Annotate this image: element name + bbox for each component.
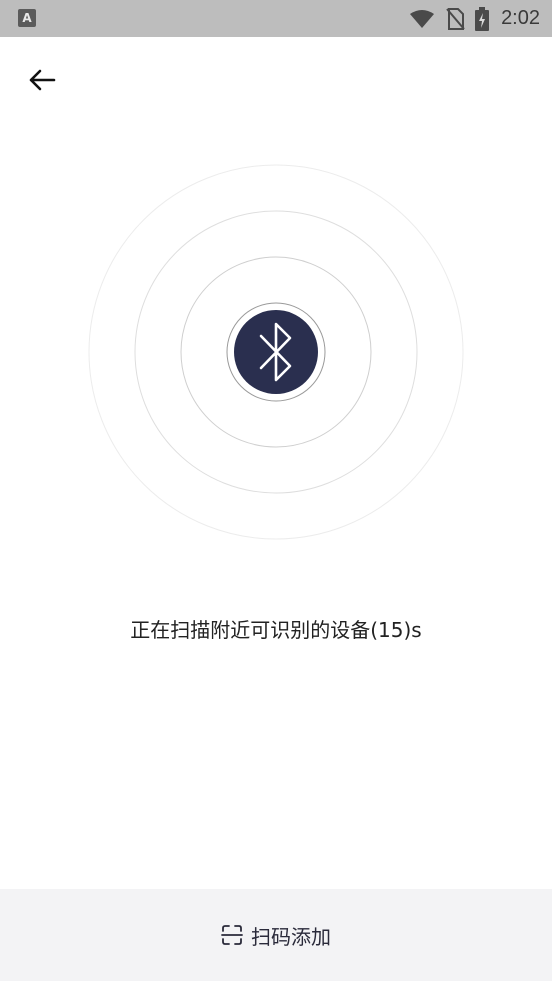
status-time: 2:02	[501, 7, 540, 29]
scan-status-text: 正在扫描附近可识别的设备(15)s	[130, 618, 422, 642]
arrow-left-icon	[29, 69, 56, 91]
bottom-bar: 扫码添加	[0, 889, 552, 981]
status-bar: A 2:02	[0, 0, 552, 37]
scan-add-label: 扫码添加	[251, 924, 331, 949]
bluetooth-radar	[88, 164, 464, 540]
app-notification-icon: A	[18, 9, 36, 27]
back-button[interactable]	[22, 60, 62, 100]
status-icons: 2:02	[409, 0, 540, 37]
scan-frame-icon	[221, 925, 243, 945]
scan-add-button[interactable]: 扫码添加	[211, 913, 341, 958]
no-sim-icon	[446, 7, 465, 30]
wifi-icon	[410, 9, 435, 28]
battery-charging-icon	[475, 6, 490, 31]
